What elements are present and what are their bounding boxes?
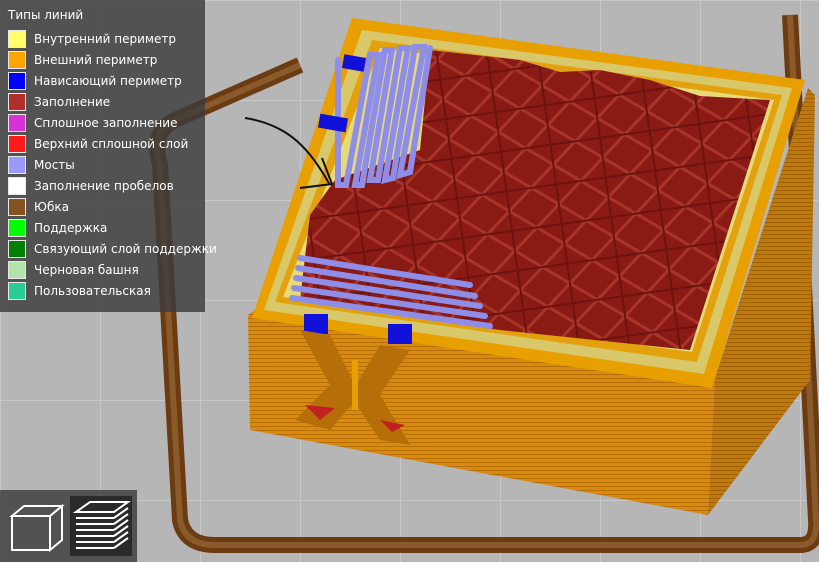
legend-label: Сплошное заполнение: [34, 115, 178, 130]
legend-item-support-interface: Связующий слой поддержки: [8, 238, 217, 259]
color-swatch: [8, 197, 26, 216]
legend-item-top-solid-infill: Верхний сплошной слой: [8, 133, 217, 154]
3d-view-button[interactable]: [4, 496, 66, 556]
color-swatch: [8, 260, 26, 279]
color-swatch: [8, 134, 26, 153]
legend-item-infill: Заполнение: [8, 91, 217, 112]
legend-list: Внутренний периметр Внешний периметр Нав…: [8, 28, 217, 301]
legend-item-wipe-tower: Черновая башня: [8, 259, 217, 280]
legend-label: Верхний сплошной слой: [34, 136, 189, 151]
legend-item-skirt: Юбка: [8, 196, 217, 217]
color-swatch: [8, 113, 26, 132]
legend-item-overhang-perimeter: Нависающий периметр: [8, 70, 217, 91]
color-swatch: [8, 29, 26, 48]
color-swatch: [8, 71, 26, 90]
legend-item-bridge-infill: Мосты: [8, 154, 217, 175]
legend-label: Нависающий периметр: [34, 73, 182, 88]
legend-label: Внутренний периметр: [34, 31, 176, 46]
color-swatch: [8, 155, 26, 174]
legend-label: Заполнение пробелов: [34, 178, 174, 193]
color-swatch: [8, 239, 26, 258]
legend-label: Внешний периметр: [34, 52, 158, 67]
legend-label: Юбка: [34, 199, 69, 214]
legend-item-inner-perimeter: Внутренний периметр: [8, 28, 217, 49]
preview-view-button[interactable]: [70, 496, 132, 556]
legend-label: Связующий слой поддержки: [34, 241, 217, 256]
legend-item-support: Поддержка: [8, 217, 217, 238]
legend-label: Пользовательская: [34, 283, 151, 298]
color-swatch: [8, 50, 26, 69]
color-swatch: [8, 92, 26, 111]
line-types-legend: Типы линий Внутренний периметр Внешний п…: [0, 0, 217, 312]
legend-item-solid-infill: Сплошное заполнение: [8, 112, 217, 133]
legend-item-custom: Пользовательская: [8, 280, 217, 301]
cube-3d-view-icon: [9, 503, 65, 553]
view-toolbar: [0, 490, 137, 562]
legend-label: Поддержка: [34, 220, 108, 235]
legend-label: Мосты: [34, 157, 75, 172]
legend-label: Черновая башня: [34, 262, 139, 277]
color-swatch: [8, 281, 26, 300]
legend-title: Типы линий: [8, 8, 84, 22]
layers-preview-icon: [72, 501, 132, 549]
legend-label: Заполнение: [34, 94, 111, 109]
color-swatch: [8, 176, 26, 195]
legend-item-gap-fill: Заполнение пробелов: [8, 175, 217, 196]
color-swatch: [8, 218, 26, 237]
legend-item-outer-perimeter: Внешний периметр: [8, 49, 217, 70]
